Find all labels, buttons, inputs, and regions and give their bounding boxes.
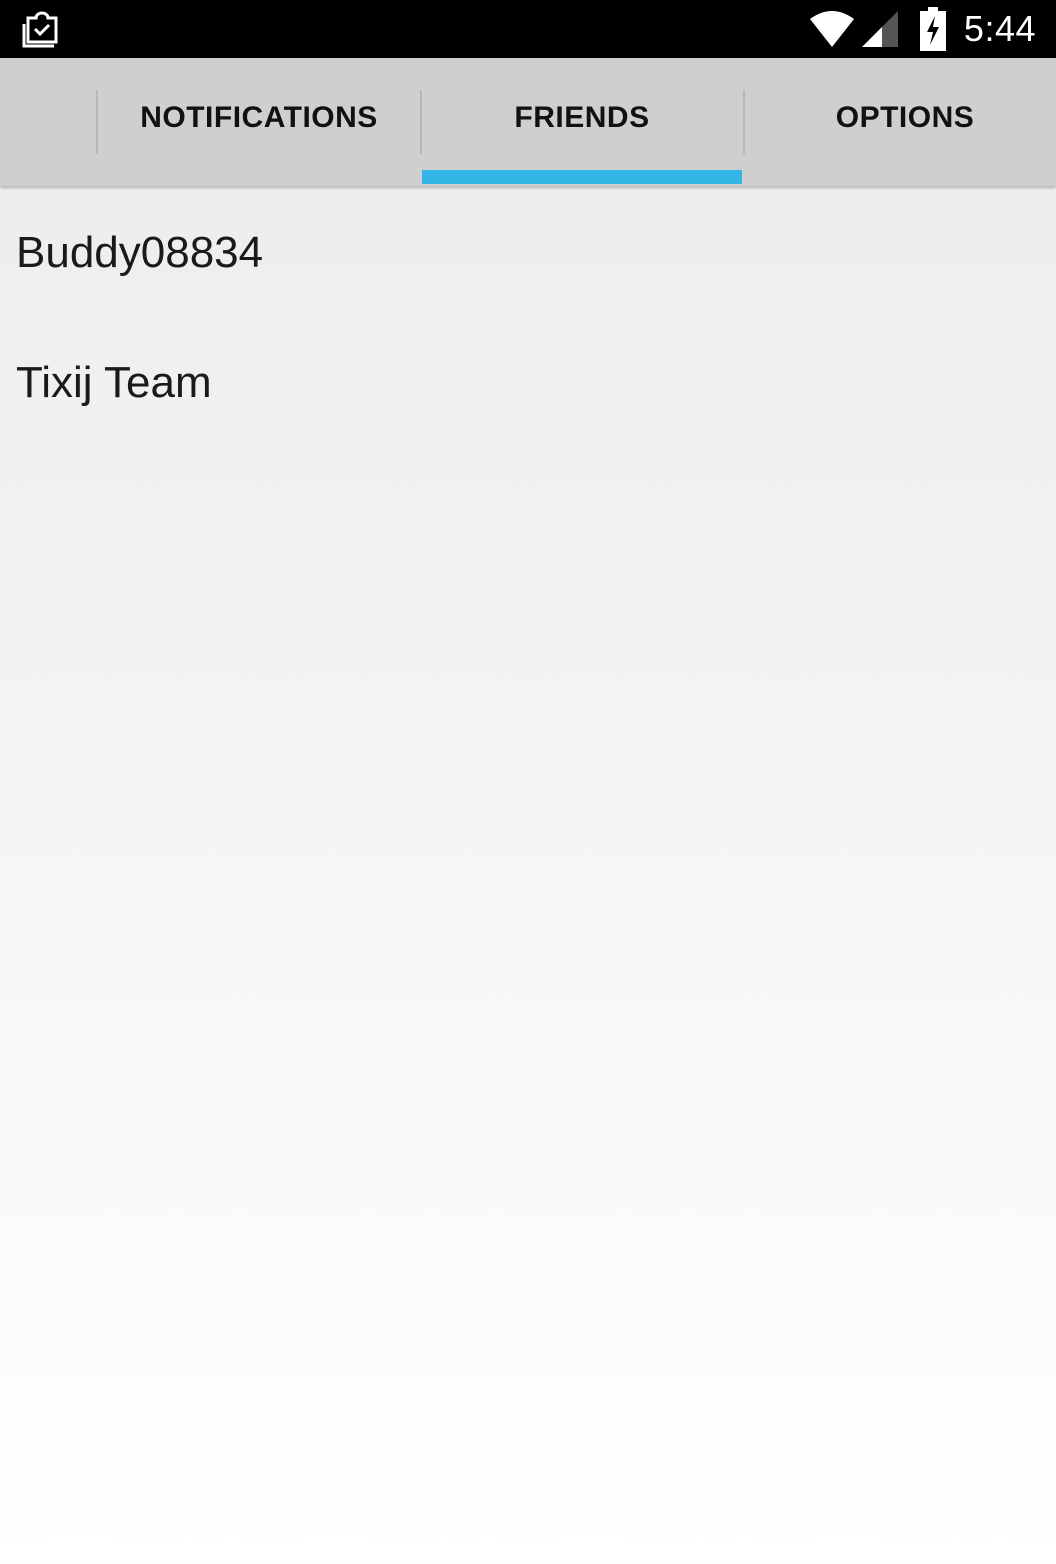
tab-label: OPTIONS	[835, 101, 975, 134]
tab-friends[interactable]: FRIENDS	[422, 58, 742, 186]
friends-list: Buddy08834 Tixij Team	[0, 188, 1056, 448]
cell-signal-icon	[861, 11, 898, 47]
status-bar: 5:44	[0, 0, 1056, 58]
selected-tab-indicator	[422, 170, 742, 184]
tab-bar: NOTIFICATIONS FRIENDS OPTIONS	[0, 58, 1056, 186]
tab-options[interactable]: OPTIONS	[744, 58, 1056, 186]
wifi-icon	[809, 11, 854, 47]
friend-list-item[interactable]: Tixij Team	[0, 318, 1056, 448]
tab-notifications[interactable]: NOTIFICATIONS	[98, 58, 420, 186]
battery-charging-icon	[919, 7, 946, 51]
tab-label: FRIENDS	[514, 101, 650, 134]
status-clock: 5:44	[963, 8, 1036, 49]
tab-label: NOTIFICATIONS	[140, 101, 378, 134]
status-icons: 5:44	[808, 0, 1056, 58]
friend-name: Buddy08834	[16, 228, 264, 277]
clipboard-check-icon	[22, 11, 58, 48]
friend-name: Tixij Team	[16, 358, 212, 407]
friend-list-item[interactable]: Buddy08834	[0, 188, 1056, 318]
